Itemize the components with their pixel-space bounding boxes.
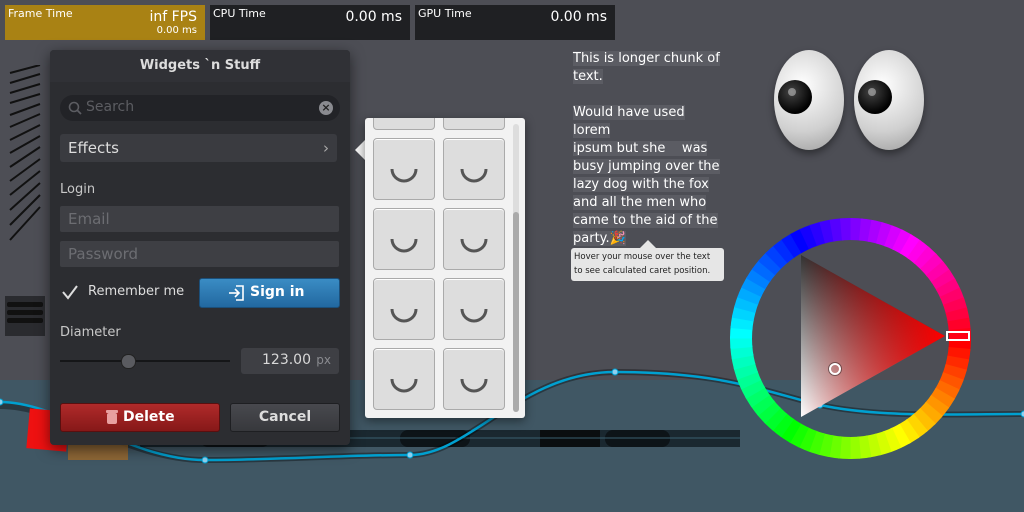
diameter-value: 123.00	[262, 352, 311, 368]
spinner-icon	[460, 308, 488, 323]
sign-in-label: Sign in	[250, 284, 305, 300]
left-pupil	[778, 80, 812, 114]
paragraph-line: text.	[573, 69, 603, 84]
checkmark-icon	[62, 285, 78, 300]
cancel-label: Cancel	[258, 409, 312, 425]
diameter-label: Diameter	[60, 325, 121, 340]
spinner-icon	[390, 308, 418, 323]
thumbnails-popup	[365, 118, 525, 418]
search-input[interactable]: Search ×	[60, 95, 340, 121]
spinner-icon	[390, 238, 418, 253]
window-title[interactable]: Widgets `n Stuff	[50, 50, 350, 82]
thumbnail[interactable]	[373, 348, 435, 410]
thumbnail[interactable]	[373, 208, 435, 270]
diameter-slider-knob[interactable]	[121, 354, 136, 369]
frame-time-value: inf FPS	[149, 9, 197, 25]
diameter-slider[interactable]	[60, 360, 230, 362]
thumbnail[interactable]	[443, 208, 505, 270]
graph-point	[406, 451, 414, 459]
stacked-lines-icon	[5, 296, 45, 336]
line-spinner-icon	[9, 65, 41, 241]
spinner-icon	[460, 168, 488, 183]
gpu-time-value: 0.00 ms	[550, 9, 607, 25]
left-eye	[774, 50, 844, 150]
right-eye	[854, 50, 924, 150]
cpu-time-graph: CPU Time 0.00 ms	[210, 5, 410, 40]
tooltip-arrow	[640, 240, 656, 248]
caret-tooltip: Hover your mouse over the text to see ca…	[571, 248, 724, 281]
paragraph-line: lazy dog with the fox	[573, 177, 709, 192]
gpu-time-label: GPU Time	[418, 7, 472, 20]
paragraph-line: busy jumping over the	[573, 159, 720, 174]
graph-point	[201, 456, 209, 464]
effects-dropdown[interactable]: Effects ›	[60, 134, 337, 162]
email-field[interactable]: Email	[60, 206, 339, 232]
email-placeholder: Email	[68, 210, 110, 228]
spinner-icon	[390, 168, 418, 183]
paragraph-text[interactable]: This is longer chunk of text. Would have…	[573, 50, 723, 248]
cpu-time-value: 0.00 ms	[345, 9, 402, 25]
remember-me-label: Remember me	[88, 284, 185, 299]
delete-button[interactable]: Delete	[60, 403, 220, 432]
clear-icon[interactable]: ×	[319, 101, 333, 115]
thumbnail[interactable]	[443, 278, 505, 340]
search-icon	[68, 101, 82, 115]
thumbnail[interactable]	[443, 118, 505, 130]
paragraph-line: came to the aid of the	[573, 213, 718, 228]
chevron-right-icon: ›	[323, 139, 329, 157]
sign-in-button[interactable]: Sign in	[199, 278, 340, 308]
thumbnail[interactable]	[443, 348, 505, 410]
paragraph-line: and all the men who	[573, 195, 707, 210]
thumbnails-scrollbar-thumb[interactable]	[513, 212, 519, 412]
diameter-unit: px	[316, 353, 331, 367]
thumbnail[interactable]	[373, 278, 435, 340]
remember-me-checkbox[interactable]	[60, 282, 80, 302]
login-icon	[229, 285, 244, 301]
cpu-time-label: CPU Time	[213, 7, 266, 20]
login-label: Login	[60, 182, 96, 197]
paragraph-line: This is longer chunk of	[573, 51, 720, 66]
thumbnail[interactable]	[373, 138, 435, 200]
effects-label: Effects	[68, 139, 119, 157]
paragraph-line: ipsum but she was	[573, 141, 708, 156]
cancel-button[interactable]: Cancel	[230, 403, 340, 432]
spinner-icon	[390, 378, 418, 393]
paragraph-line: Would have used lorem	[573, 105, 685, 138]
thumbnail[interactable]	[443, 138, 505, 200]
right-pupil	[858, 80, 892, 114]
search-placeholder: Search	[86, 99, 135, 115]
frame-time-sub: 0.00 ms	[156, 25, 197, 36]
color-wheel[interactable]	[728, 216, 973, 461]
trash-icon	[106, 410, 118, 424]
diameter-field[interactable]: 123.00 px	[241, 348, 339, 374]
graph-point	[611, 368, 619, 376]
frame-time-label: Frame Time	[8, 7, 73, 20]
password-field[interactable]: Password	[60, 241, 339, 267]
paragraph-line: party.🎉	[573, 231, 626, 246]
widgets-window: Widgets `n Stuff Search × Effects › Logi…	[50, 50, 350, 445]
frame-time-graph: Frame Time inf FPS 0.00 ms	[5, 5, 205, 40]
gpu-time-graph: GPU Time 0.00 ms	[415, 5, 615, 40]
spinner-icon	[460, 238, 488, 253]
delete-label: Delete	[123, 409, 175, 425]
password-placeholder: Password	[68, 245, 139, 263]
spinner-icon	[460, 378, 488, 393]
graph-point	[0, 398, 4, 406]
popup-arrow	[355, 140, 365, 160]
thumbnail[interactable]	[373, 118, 435, 130]
